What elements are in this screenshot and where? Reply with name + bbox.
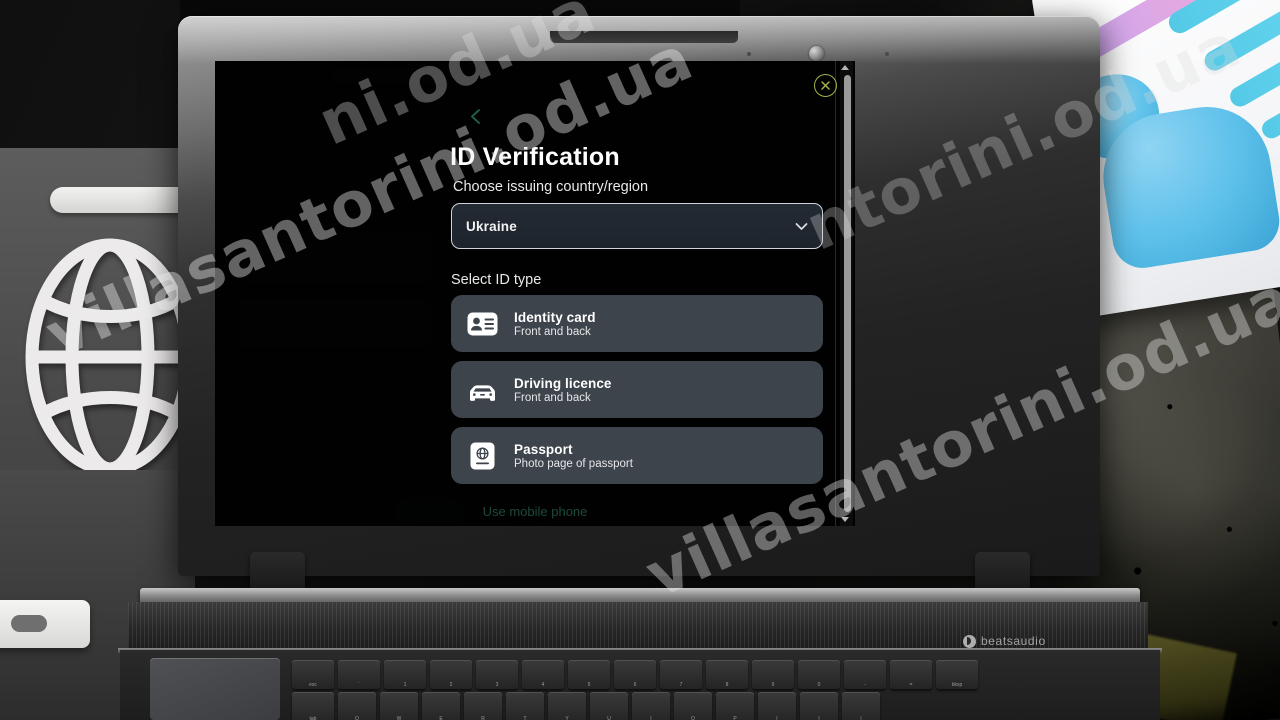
keyboard-key[interactable]: - [844,660,886,689]
keyboard-key[interactable]: 9 [752,660,794,689]
use-mobile-phone-link[interactable]: Use mobile phone [215,504,855,519]
country-select[interactable]: Ukraine [451,203,823,249]
webcam-icon [809,46,824,61]
beats-audio-branding: beatsaudio [963,634,1046,648]
globe-icon [25,238,195,476]
country-select-value: Ukraine [466,218,517,234]
keyboard-key[interactable]: Q [338,692,376,720]
id-type-title: Identity card [514,309,596,325]
country-field-label: Choose issuing country/region [453,179,649,195]
id-type-texts: Driving licence Front and back [514,376,612,404]
identity-card-icon [466,311,499,337]
keyboard-key[interactable]: 4 [522,660,564,689]
microphone-dot-left [747,52,751,56]
keyboard-key[interactable]: { [758,692,796,720]
id-type-subtitle: Photo page of passport [514,457,633,470]
keyboard-key[interactable]: O [674,692,712,720]
keyboard-key[interactable]: 2 [430,660,472,689]
id-type-texts: Passport Photo page of passport [514,442,633,470]
laptop-screen: ID Verification Choose issuing country/r… [215,61,855,526]
background-white-block [0,600,90,648]
laptop-keyboard[interactable]: esc ` 1 2 3 4 5 6 7 8 9 0- = bksp tab Q W E R T Y U I O P{} | [292,660,1052,720]
beats-logo-icon [963,634,976,648]
keyboard-key[interactable]: esc [292,660,334,689]
keyboard-key[interactable]: E [422,692,460,720]
microphone-dot-right [885,52,889,56]
back-button[interactable] [462,106,488,132]
id-type-texts: Identity card Front and back [514,310,596,338]
keyboard-key[interactable]: W [380,692,418,720]
driving-licence-icon [466,377,499,403]
passport-icon [466,442,499,469]
keyboard-key[interactable]: 7 [660,660,702,689]
scroll-up-arrow-icon[interactable] [841,65,849,70]
laptop-palmrest [150,658,280,720]
keyboard-key[interactable]: 1 [384,660,426,689]
keyboard-key[interactable]: tab [292,692,334,720]
id-verification-modal: ID Verification Choose issuing country/r… [215,61,855,526]
keyboard-key[interactable]: U [590,692,628,720]
keyboard-key[interactable]: 3 [476,660,518,689]
keyboard-row: tab Q W E R T Y U I O P{} | [292,692,880,720]
keyboard-key[interactable]: | [842,692,880,720]
chevron-down-icon [795,222,808,231]
keyboard-key[interactable]: 6 [614,660,656,689]
keyboard-row: esc ` 1 2 3 4 5 6 7 8 9 0- = bksp [292,660,978,689]
keyboard-key[interactable]: 8 [706,660,748,689]
keyboard-key[interactable]: T [506,692,544,720]
id-type-title: Driving licence [514,375,612,391]
id-type-option-passport[interactable]: Passport Photo page of passport [451,427,823,484]
keyboard-key[interactable]: } [800,692,838,720]
keyboard-key[interactable]: ` [338,660,380,689]
scroll-down-arrow-icon[interactable] [841,517,849,522]
close-icon[interactable] [814,74,837,97]
lid-notch [550,31,738,43]
beats-audio-label: beatsaudio [981,634,1046,648]
chevron-left-icon [469,108,482,130]
id-type-option-driving-licence[interactable]: Driving licence Front and back [451,361,823,418]
keyboard-key[interactable]: 0 [798,660,840,689]
keyboard-key[interactable]: 5 [568,660,610,689]
keyboard-key[interactable]: P [716,692,754,720]
page-title: ID Verification [450,143,620,171]
id-type-section-label: Select ID type [451,272,542,288]
keyboard-key[interactable]: Y [548,692,586,720]
keyboard-key[interactable]: R [464,692,502,720]
id-type-subtitle: Front and back [514,391,591,404]
id-type-subtitle: Front and back [514,325,591,338]
id-type-title: Passport [514,441,573,457]
keyboard-key[interactable]: = [890,660,932,689]
screenshot-stage: ID Verification Choose issuing country/r… [0,0,1280,720]
vertical-scrollbar-thumb[interactable] [844,75,851,512]
id-type-list: Identity card Front and back Driving lic… [451,295,823,493]
keyboard-key[interactable]: I [632,692,670,720]
keyboard-key[interactable]: bksp [936,660,978,689]
id-type-option-identity-card[interactable]: Identity card Front and back [451,295,823,352]
